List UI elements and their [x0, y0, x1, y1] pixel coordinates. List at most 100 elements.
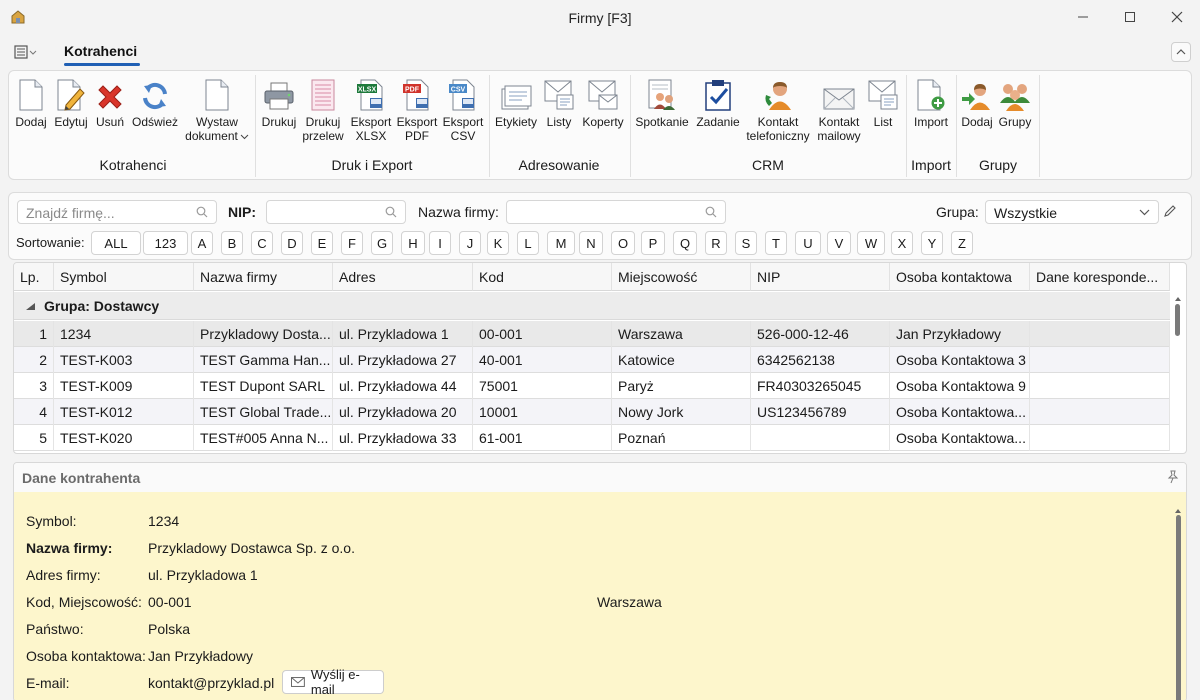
scroll-thumb[interactable]: [1176, 515, 1181, 700]
sort-button-s[interactable]: S: [735, 231, 757, 255]
sort-button-b[interactable]: B: [221, 231, 243, 255]
sort-button-123[interactable]: 123: [143, 231, 188, 255]
pin-icon[interactable]: [1166, 470, 1180, 484]
sort-button-n[interactable]: N: [579, 231, 603, 255]
document-icon: [205, 79, 229, 111]
table-scrollbar[interactable]: [1170, 292, 1186, 453]
scroll-thumb[interactable]: [1175, 304, 1180, 336]
address-value: ul. Przykladowa 1: [148, 567, 258, 583]
maximize-button[interactable]: [1115, 6, 1145, 28]
sort-button-i[interactable]: I: [429, 231, 451, 255]
refresh-button[interactable]: Odśwież: [131, 77, 179, 129]
table-row[interactable]: 5 TEST-K020 TEST#005 Anna N... ul. Przykład…: [14, 425, 1170, 451]
export-xlsx-button[interactable]: XLSX Eksport XLSX: [349, 77, 393, 143]
sort-button-l[interactable]: L: [517, 231, 539, 255]
cell-address: ul. Przykładowa 20: [333, 399, 473, 425]
sort-button-p[interactable]: P: [641, 231, 665, 255]
column-header-nip[interactable]: NIP: [751, 263, 890, 291]
sort-button-j[interactable]: J: [459, 231, 481, 255]
postal-city-label: Kod, Miejscowość:: [26, 594, 142, 610]
meeting-label: Spotkanie: [635, 115, 689, 129]
sort-button-y[interactable]: Y: [921, 231, 943, 255]
sort-button-v[interactable]: V: [827, 231, 851, 255]
cell-company-name: TEST Dupont SARL: [194, 373, 333, 399]
sort-button-e[interactable]: E: [311, 231, 333, 255]
cell-correspondence: [1030, 321, 1170, 347]
close-button[interactable]: [1162, 6, 1192, 28]
add-group-member-label: Dodaj: [961, 115, 993, 129]
scroll-up-icon[interactable]: [1172, 507, 1184, 515]
collapse-triangle-icon[interactable]: [26, 303, 35, 310]
sort-button-k[interactable]: K: [487, 231, 509, 255]
pdf-file-icon: PDF: [403, 79, 429, 111]
sort-button-f[interactable]: F: [341, 231, 363, 255]
company-name-input[interactable]: [506, 200, 726, 224]
sort-button-o[interactable]: O: [611, 231, 635, 255]
print-transfer-button[interactable]: Drukuj przelew: [301, 77, 345, 143]
issue-document-button[interactable]: Wystaw dokument: [183, 77, 251, 143]
column-header-contact-person[interactable]: Osoba kontaktowa: [890, 263, 1030, 291]
table-row[interactable]: 4 TEST-K012 TEST Global Trade... ul. Przykł…: [14, 399, 1170, 425]
tab-kotrahenci[interactable]: Kotrahenci: [64, 43, 137, 59]
sort-button-x[interactable]: X: [891, 231, 913, 255]
add-button[interactable]: Dodaj: [15, 77, 47, 129]
sort-button-t[interactable]: T: [765, 231, 787, 255]
collapse-ribbon-button[interactable]: [1171, 42, 1191, 62]
labels-icon: [501, 85, 532, 110]
import-button[interactable]: Import: [909, 77, 953, 129]
details-scrollbar[interactable]: [1172, 507, 1184, 700]
sort-button-u[interactable]: U: [795, 231, 821, 255]
sort-button-a[interactable]: A: [191, 231, 213, 255]
sort-button-z[interactable]: Z: [951, 231, 973, 255]
cell-city: Warszawa: [612, 321, 751, 347]
meeting-button[interactable]: Spotkanie: [633, 77, 691, 129]
column-header-address[interactable]: Adres: [333, 263, 473, 291]
sort-button-d[interactable]: D: [281, 231, 303, 255]
letter-button[interactable]: List: [867, 77, 899, 129]
delete-button[interactable]: Usuń: [95, 77, 125, 129]
send-email-button[interactable]: Wyślij e-mail: [282, 667, 384, 697]
table-row[interactable]: 1 1234 Przykladowy Dosta... ul. Przykladowa…: [14, 321, 1170, 347]
sort-button-w[interactable]: W: [857, 231, 885, 255]
column-header-correspondence[interactable]: Dane koresponde...: [1030, 263, 1170, 291]
scroll-up-icon[interactable]: [1170, 294, 1186, 304]
print-button[interactable]: Drukuj: [261, 77, 297, 129]
table-row[interactable]: 2 TEST-K003 TEST Gamma Han... ul. Przykłado…: [14, 347, 1170, 373]
menu-icon[interactable]: [14, 44, 38, 60]
export-csv-button[interactable]: CSV Eksport CSV: [441, 77, 485, 143]
sort-button-r[interactable]: R: [705, 231, 727, 255]
phone-contact-button[interactable]: Kontakt telefoniczny: [743, 77, 813, 143]
export-pdf-button[interactable]: PDF Eksport PDF: [395, 77, 439, 143]
envelopes-button[interactable]: Koperty: [581, 77, 625, 129]
add-group-member-button[interactable]: Dodaj: [959, 77, 995, 129]
labels-button[interactable]: Etykiety: [493, 77, 539, 129]
phone-contact-icon: [765, 82, 791, 110]
sort-button-q[interactable]: Q: [673, 231, 697, 255]
sort-button-m[interactable]: M: [547, 231, 575, 255]
groups-button[interactable]: Grupy: [997, 77, 1033, 129]
column-header-postal-code[interactable]: Kod: [473, 263, 612, 291]
letters-button[interactable]: Listy: [541, 77, 577, 129]
minimize-button[interactable]: [1068, 6, 1098, 28]
group-select[interactable]: Wszystkie: [985, 200, 1159, 224]
refresh-label: Odśwież: [131, 115, 178, 129]
column-header-lp[interactable]: Lp.: [14, 263, 54, 291]
cell-symbol: 1234: [54, 321, 194, 347]
sort-button-g[interactable]: G: [371, 231, 393, 255]
edit-button[interactable]: Edytuj: [53, 77, 89, 129]
column-header-city[interactable]: Miejscowość: [612, 263, 751, 291]
table-row[interactable]: 3 TEST-K009 TEST Dupont SARL ul. Przykładow…: [14, 373, 1170, 399]
task-button[interactable]: Zadanie: [695, 77, 741, 129]
sort-button-h[interactable]: H: [401, 231, 425, 255]
sort-button-all[interactable]: ALL: [91, 231, 141, 255]
sort-button-c[interactable]: C: [251, 231, 273, 255]
nip-input[interactable]: [266, 200, 406, 224]
group-label-grupy: Grupy: [978, 157, 1018, 173]
column-header-symbol[interactable]: Symbol: [54, 263, 194, 291]
mail-contact-button[interactable]: Kontakt mailowy: [815, 77, 863, 143]
ribbon-tab-row: Kotrahenci: [0, 36, 1200, 68]
find-company-input[interactable]: Znajdź firmę...: [17, 200, 217, 224]
table-group-row[interactable]: Grupa: Dostawcy: [14, 292, 1170, 320]
column-header-company-name[interactable]: Nazwa firmy: [194, 263, 333, 291]
edit-group-button[interactable]: [1163, 204, 1179, 220]
